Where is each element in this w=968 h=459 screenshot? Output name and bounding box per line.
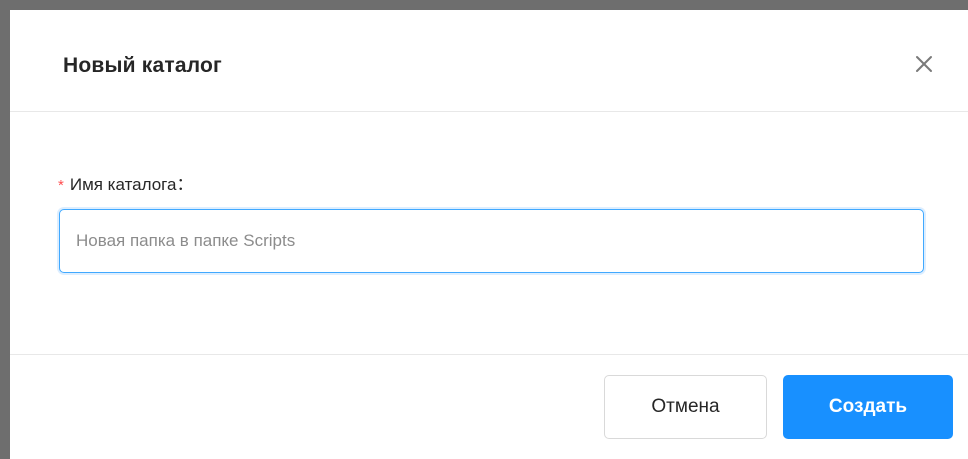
- new-catalog-dialog: Новый каталог * Имя каталога： Отмена Созд…: [10, 10, 968, 459]
- catalog-name-label: * Имя каталога：: [58, 170, 193, 195]
- catalog-name-label-text: Имя каталога：: [69, 175, 194, 194]
- close-button[interactable]: [910, 50, 938, 78]
- required-marker: *: [58, 177, 64, 194]
- dialog-footer: Отмена Создать: [10, 354, 968, 459]
- dialog-title: Новый каталог: [63, 54, 222, 77]
- catalog-name-input[interactable]: [59, 209, 924, 273]
- dialog-header: Новый каталог: [10, 10, 968, 112]
- dialog-body: * Имя каталога：: [10, 112, 968, 354]
- create-button[interactable]: Создать: [783, 375, 953, 439]
- close-icon: [916, 56, 932, 72]
- cancel-button[interactable]: Отмена: [604, 375, 767, 439]
